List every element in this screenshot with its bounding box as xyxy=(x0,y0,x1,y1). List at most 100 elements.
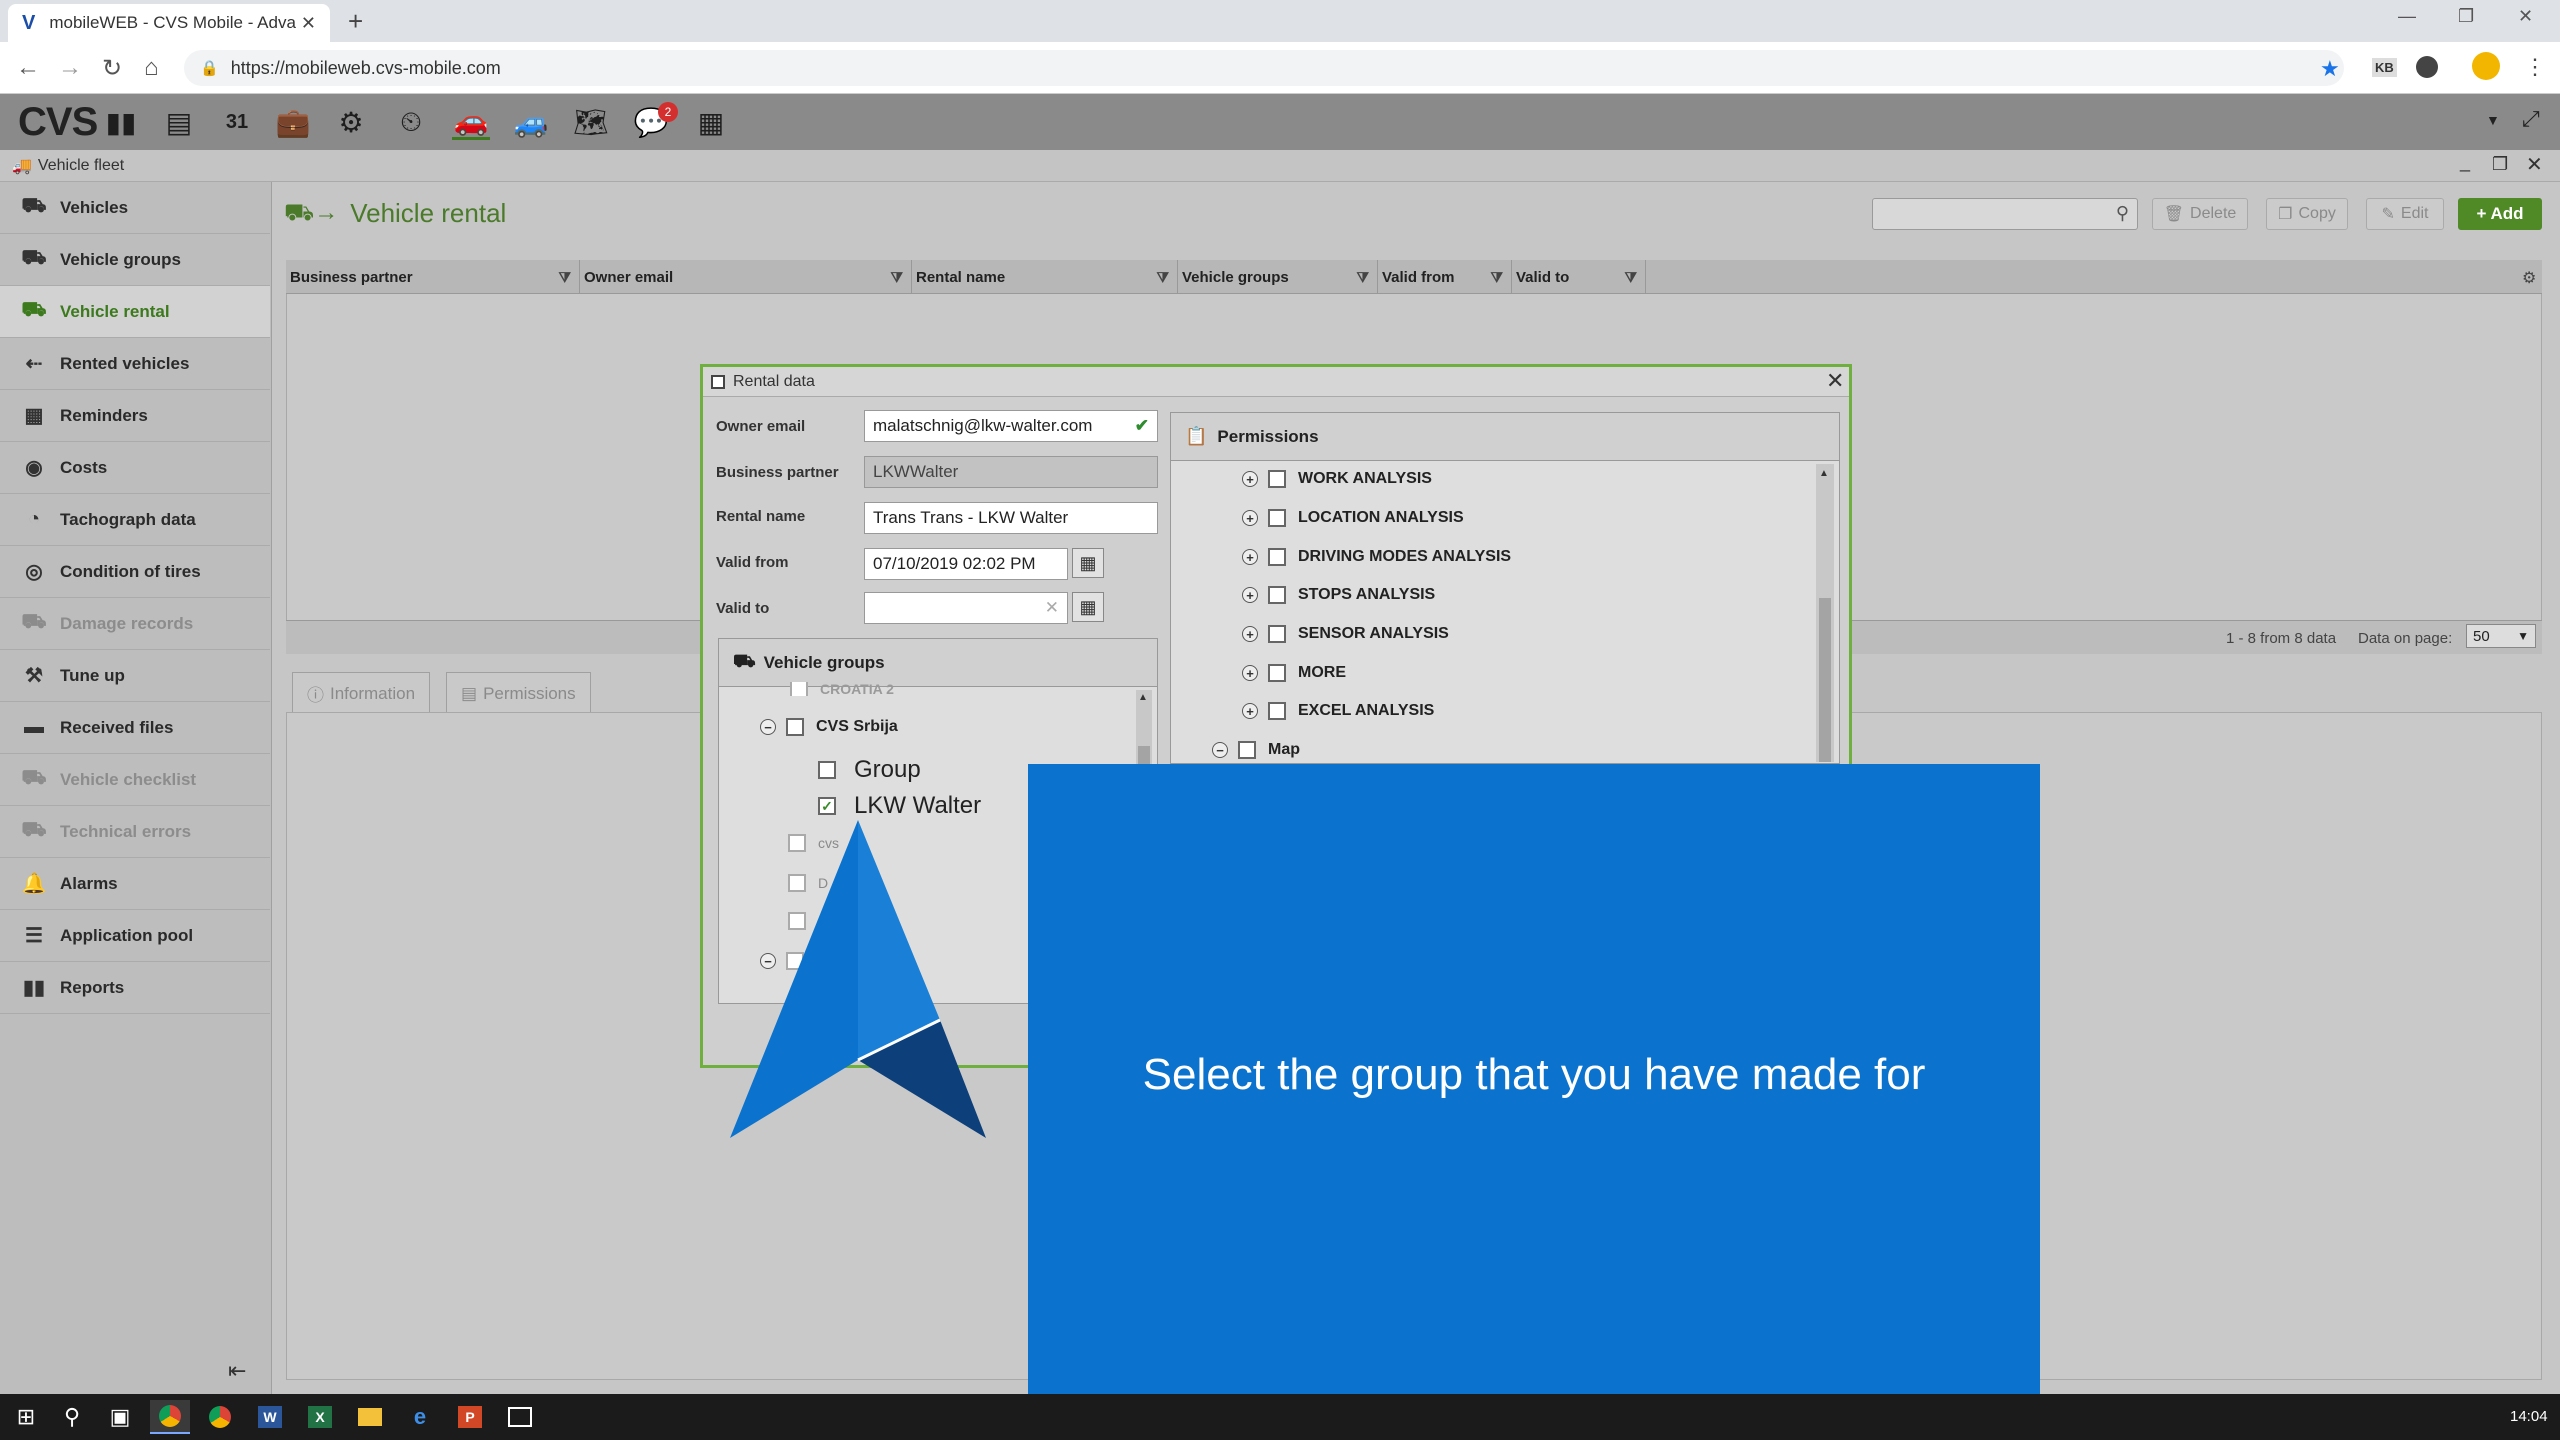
reload-icon[interactable]: ↻ xyxy=(102,54,122,83)
filter-icon[interactable]: ⧩ xyxy=(891,269,904,286)
dialog-close-icon[interactable]: ✕ xyxy=(1826,368,1844,394)
expand-node-icon[interactable]: + xyxy=(1242,510,1258,526)
tree-item-partial[interactable]: CROATIA 2 xyxy=(790,682,894,696)
home-icon[interactable]: ⌂ xyxy=(144,54,159,82)
driver-icon[interactable]: ⚙ xyxy=(332,104,370,140)
edge-taskbar-icon[interactable]: e xyxy=(400,1400,440,1434)
calendar-toolbar-icon[interactable]: 31 xyxy=(218,104,256,140)
word-taskbar-icon[interactable]: W xyxy=(250,1400,290,1434)
search-input[interactable]: ⚲ xyxy=(1872,198,2138,230)
column-vehicle-groups[interactable]: Vehicle groups ⧩ xyxy=(1178,260,1378,294)
new-tab-icon[interactable]: + xyxy=(348,6,363,37)
sidebar-item-vehicle-rental[interactable]: ⛟ Vehicle rental xyxy=(0,286,270,338)
permission-more[interactable]: + MORE xyxy=(1242,664,1346,682)
column-valid-from[interactable]: Valid from ⧩ xyxy=(1378,260,1512,294)
user-avatar[interactable] xyxy=(2472,52,2500,80)
scroll-thumb[interactable] xyxy=(1819,598,1831,762)
filter-icon[interactable]: ⧩ xyxy=(1157,269,1170,286)
checkbox[interactable] xyxy=(818,761,836,779)
column-rental-name[interactable]: Rental name ⧩ xyxy=(912,260,1178,294)
permission-map[interactable]: − Map xyxy=(1212,741,1300,759)
sidebar-item-rented-vehicles[interactable]: ⇠ Rented vehicles xyxy=(0,338,270,390)
url-field[interactable]: 🔒 https://mobileweb.cvs-mobile.com xyxy=(184,50,2344,86)
checkbox[interactable] xyxy=(790,682,808,696)
back-icon[interactable]: ← xyxy=(16,54,40,82)
apps-grid-icon[interactable]: ▦ xyxy=(692,104,730,140)
minimize-window-icon[interactable]: — xyxy=(2398,6,2416,27)
fullscreen-icon[interactable]: ⤢ xyxy=(2522,106,2540,132)
extension-profile-icon[interactable] xyxy=(2416,56,2438,78)
permission-stops-analysis[interactable]: + STOPS ANALYSIS xyxy=(1242,586,1435,604)
excel-taskbar-icon[interactable]: X xyxy=(300,1400,340,1434)
statistics-icon[interactable]: ▮▮ xyxy=(102,104,140,140)
schedule-icon[interactable]: ⏲ xyxy=(392,104,430,140)
sidebar-item-technical-errors[interactable]: ⛟ Technical errors xyxy=(0,806,270,858)
module-minimize-icon[interactable]: _ xyxy=(2460,152,2470,173)
forward-icon[interactable]: → xyxy=(58,54,82,82)
copy-button[interactable]: ❐ Copy xyxy=(2266,198,2348,230)
rental-name-field[interactable]: Trans Trans - LKW Walter xyxy=(864,502,1158,534)
toolbar-dropdown-icon[interactable]: ▼ xyxy=(2486,112,2500,128)
scroll-thumb[interactable] xyxy=(1138,746,1150,766)
checkbox[interactable] xyxy=(1268,586,1286,604)
extension-icon[interactable]: KB xyxy=(2372,58,2397,77)
checkbox[interactable] xyxy=(1268,548,1286,566)
permission-location-analysis[interactable]: + LOCATION ANALYSIS xyxy=(1242,509,1464,527)
edit-button[interactable]: ✎ Edit xyxy=(2366,198,2444,230)
owner-email-field[interactable]: malatschnig@lkw-walter.com ✔ xyxy=(864,410,1158,442)
sidebar-item-vehicles[interactable]: ⛟ Vehicles xyxy=(0,182,270,234)
permission-sensor-analysis[interactable]: + SENSOR ANALYSIS xyxy=(1242,625,1449,643)
vehicle-settings-icon[interactable]: 🚙 xyxy=(512,104,550,140)
clear-icon[interactable]: ✕ xyxy=(1045,598,1059,618)
checkbox[interactable] xyxy=(1268,625,1286,643)
bookmark-star-icon[interactable]: ★ xyxy=(2320,56,2340,82)
expand-node-icon[interactable]: + xyxy=(1242,665,1258,681)
data-on-page-select[interactable]: 50 ▼ xyxy=(2466,624,2536,648)
column-valid-to[interactable]: Valid to ⧩ xyxy=(1512,260,1646,294)
valid-from-calendar-icon[interactable]: ▦ xyxy=(1072,548,1104,578)
chrome-alt-taskbar-icon[interactable] xyxy=(200,1400,240,1434)
business-partner-field[interactable]: LKWWalter xyxy=(864,456,1158,488)
tab-permissions[interactable]: ▤ Permissions xyxy=(446,672,591,714)
sidebar-item-vehicle-checklist[interactable]: ⛟ Vehicle checklist xyxy=(0,754,270,806)
collapse-node-icon[interactable]: − xyxy=(1212,742,1228,758)
add-button[interactable]: + Add xyxy=(2458,198,2542,230)
column-owner-email[interactable]: Owner email ⧩ xyxy=(580,260,912,294)
sidebar-item-condition-of-tires[interactable]: ◎ Condition of tires xyxy=(0,546,270,598)
checkbox[interactable] xyxy=(1238,741,1256,759)
sidebar-item-received-files[interactable]: ▬ Received files xyxy=(0,702,270,754)
taskbar-search-icon[interactable]: ⚲ xyxy=(52,1400,92,1434)
sidebar-item-tune-up[interactable]: ⚒ Tune up xyxy=(0,650,270,702)
restore-window-icon[interactable]: ❐ xyxy=(2458,6,2474,27)
filter-icon[interactable]: ⧩ xyxy=(559,269,572,286)
sidebar-item-application-pool[interactable]: ☰ Application pool xyxy=(0,910,270,962)
filter-icon[interactable]: ⧩ xyxy=(1491,269,1504,286)
sidebar-item-damage-records[interactable]: ⛟ Damage records xyxy=(0,598,270,650)
scroll-up-icon[interactable]: ▲ xyxy=(1819,468,1829,479)
checkbox[interactable] xyxy=(1268,702,1286,720)
browser-menu-icon[interactable]: ⋮ xyxy=(2524,54,2546,80)
sidebar-item-costs[interactable]: ◉ Costs xyxy=(0,442,270,494)
tree-item-cvs-srbija[interactable]: − CVS Srbija xyxy=(760,718,898,736)
sidebar-item-alarms[interactable]: 🔔 Alarms xyxy=(0,858,270,910)
delete-button[interactable]: 🗑 Delete xyxy=(2152,198,2248,230)
task-view-icon[interactable]: ▣ xyxy=(100,1400,140,1434)
cvs-logo[interactable]: CVS xyxy=(18,100,98,145)
scroll-up-icon[interactable]: ▲ xyxy=(1138,692,1148,703)
permissions-scrollbar[interactable] xyxy=(1816,464,1834,762)
module-restore-icon[interactable]: ❐ xyxy=(2492,154,2508,175)
checkbox[interactable] xyxy=(1268,470,1286,488)
module-close-icon[interactable]: ✕ xyxy=(2526,152,2543,177)
close-window-icon[interactable]: ✕ xyxy=(2518,6,2533,27)
briefcase-icon[interactable]: 💼 xyxy=(274,104,312,140)
checkbox[interactable] xyxy=(1268,664,1286,682)
valid-to-calendar-icon[interactable]: ▦ xyxy=(1072,592,1104,622)
tree-item-lkw-walter[interactable]: ✓ LKW Walter xyxy=(818,792,981,820)
windows-start-icon[interactable]: ⊞ xyxy=(6,1400,46,1434)
expand-node-icon[interactable]: + xyxy=(1242,626,1258,642)
browser-tab[interactable]: V mobileWEB - CVS Mobile - Adva ✕ xyxy=(8,4,330,42)
filter-icon[interactable]: ⧩ xyxy=(1625,269,1638,286)
collapse-node-icon[interactable]: − xyxy=(760,719,776,735)
sidebar-item-reminders[interactable]: ▦ Reminders xyxy=(0,390,270,442)
photos-taskbar-icon[interactable] xyxy=(500,1400,540,1434)
